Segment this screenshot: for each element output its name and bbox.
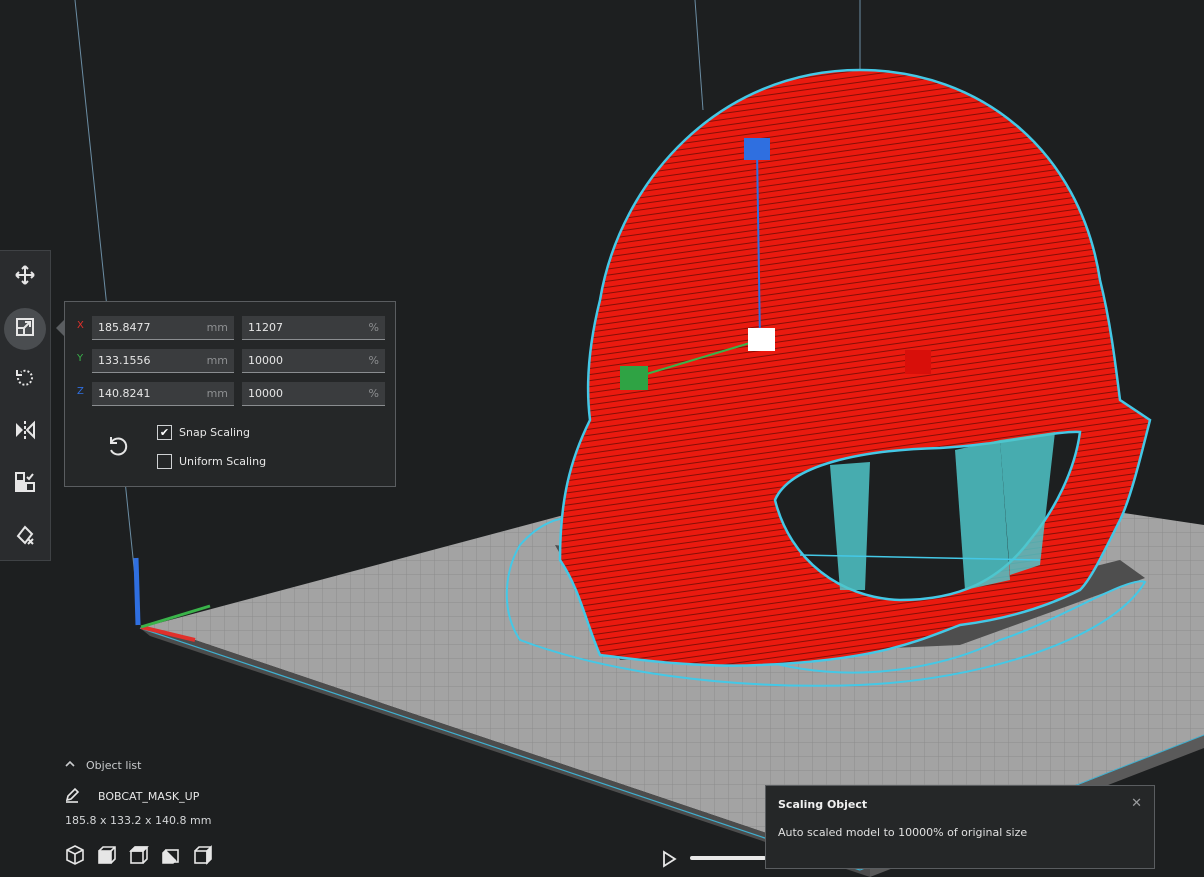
- y-size-value: 133.1556: [98, 354, 151, 367]
- panel-pointer: [56, 320, 64, 336]
- mirror-tool-button[interactable]: [4, 411, 46, 453]
- rotate-icon: [14, 367, 36, 393]
- per-model-settings-icon: [14, 471, 36, 497]
- close-icon[interactable]: ✕: [1131, 796, 1142, 811]
- z-size-value: 140.8241: [98, 387, 151, 400]
- mirror-icon: [14, 419, 36, 445]
- gizmo-center-handle[interactable]: [748, 328, 775, 351]
- axis-label-x: X: [77, 320, 84, 331]
- object-list-header: Object list: [86, 759, 142, 772]
- object-name-row[interactable]: BOBCAT_MASK_UP: [64, 787, 199, 806]
- x-percent-input[interactable]: 11207 %: [242, 316, 385, 340]
- play-button[interactable]: [660, 850, 678, 868]
- unit-label: mm: [206, 387, 228, 400]
- message-title: Scaling Object: [778, 798, 868, 811]
- unit-label: mm: [206, 354, 228, 367]
- x-percent-value: 11207: [248, 321, 283, 334]
- z-size-input[interactable]: 140.8241 mm: [92, 382, 234, 406]
- view-top-icon[interactable]: [128, 844, 150, 866]
- model-mask: [558, 68, 1152, 667]
- gizmo-x-handle[interactable]: [905, 350, 931, 374]
- play-icon: [660, 850, 678, 872]
- scaling-message: Scaling Object ✕ Auto scaled model to 10…: [765, 785, 1155, 869]
- view-right-icon[interactable]: [192, 844, 214, 866]
- scale-row-x: X 185.8477 mm 11207 %: [77, 316, 387, 340]
- snap-scaling-checkbox[interactable]: ✔ Snap Scaling: [157, 423, 250, 441]
- object-list-toggle[interactable]: Object list: [64, 758, 141, 773]
- object-dimensions: 185.8 x 133.2 x 140.8 mm: [65, 814, 212, 827]
- unit-label: mm: [206, 321, 228, 334]
- move-tool-button[interactable]: [4, 256, 46, 298]
- view-front-icon[interactable]: [96, 844, 118, 866]
- per-model-settings-button[interactable]: [4, 463, 46, 505]
- y-percent-input[interactable]: 10000 %: [242, 349, 385, 373]
- message-body: Auto scaled model to 10000% of original …: [778, 826, 1028, 839]
- gizmo-z-handle[interactable]: [744, 138, 770, 160]
- scale-icon: [14, 316, 36, 342]
- scale-row-z: Z 140.8241 mm 10000 %: [77, 382, 387, 406]
- uniform-scaling-label: Uniform Scaling: [179, 454, 267, 468]
- unit-label: %: [368, 321, 379, 334]
- y-size-input[interactable]: 133.1556 mm: [92, 349, 234, 373]
- checkbox-empty: [157, 453, 172, 469]
- axis-label-z: Z: [77, 386, 84, 397]
- axis-label-y: Y: [77, 353, 84, 364]
- scale-row-y: Y 133.1556 mm 10000 %: [77, 349, 387, 373]
- move-arrows-icon: [14, 264, 36, 290]
- z-percent-value: 10000: [248, 387, 283, 400]
- z-percent-input[interactable]: 10000 %: [242, 382, 385, 406]
- rotate-tool-button[interactable]: [4, 359, 46, 401]
- support-blocker-icon: [14, 523, 36, 549]
- pencil-icon: [64, 787, 80, 806]
- snap-scaling-label: Snap Scaling: [179, 425, 251, 439]
- reset-icon: [105, 437, 129, 462]
- scale-tool-button[interactable]: [4, 308, 46, 350]
- reset-scale-button[interactable]: [105, 434, 129, 458]
- layer-slider[interactable]: [690, 856, 766, 860]
- x-size-value: 185.8477: [98, 321, 151, 334]
- view-buttons: [64, 844, 214, 866]
- y-percent-value: 10000: [248, 354, 283, 367]
- object-name: BOBCAT_MASK_UP: [98, 790, 200, 803]
- support-blocker-button[interactable]: [4, 515, 46, 557]
- gizmo-y-handle[interactable]: [620, 366, 648, 390]
- view-left-icon[interactable]: [160, 844, 182, 866]
- scale-panel: X 185.8477 mm 11207 % Y 133.1556 mm 1000…: [64, 301, 396, 487]
- x-size-input[interactable]: 185.8477 mm: [92, 316, 234, 340]
- checkmark-icon: ✔: [157, 424, 172, 440]
- chevron-up-icon: [64, 758, 76, 773]
- unit-label: %: [368, 354, 379, 367]
- object-list: Object list BOBCAT_MASK_UP 185.8 x 133.2…: [64, 758, 324, 868]
- uniform-scaling-checkbox[interactable]: Uniform Scaling: [157, 452, 266, 470]
- tool-panel: [0, 250, 51, 561]
- view-3d-icon[interactable]: [64, 844, 86, 866]
- unit-label: %: [368, 387, 379, 400]
